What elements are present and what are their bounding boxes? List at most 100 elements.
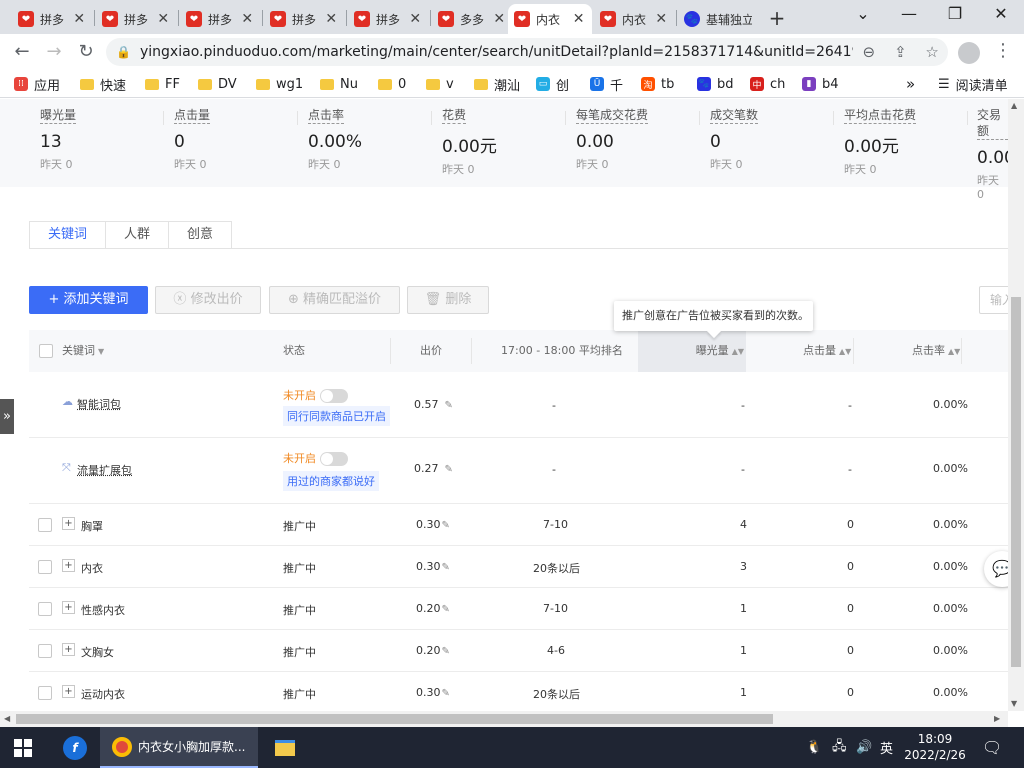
more-bookmarks-icon[interactable]: » <box>906 75 915 93</box>
browser-menu-icon[interactable]: ⋮ <box>994 40 1012 61</box>
url-text[interactable]: yingxiao.pinduoduo.com/marketing/main/ce… <box>140 44 853 60</box>
bookmark-folder[interactable]: wg1 <box>256 75 303 93</box>
status-toggle[interactable] <box>320 452 348 466</box>
minimize-button[interactable]: — <box>886 4 932 23</box>
select-all-checkbox[interactable] <box>39 344 53 358</box>
expand-icon[interactable]: + <box>62 685 75 698</box>
close-window-button[interactable]: ✕ <box>978 4 1024 23</box>
bookmark-folder[interactable]: FF <box>145 75 180 93</box>
edit-icon[interactable]: ✎ <box>442 520 450 531</box>
qq-icon[interactable]: 🐧 <box>806 727 822 768</box>
bookmark-folder[interactable]: 快速 <box>80 75 126 94</box>
volume-icon[interactable]: 🔊 <box>856 727 872 768</box>
modify-bid-button[interactable]: ⓧ 修改出价 <box>155 286 261 314</box>
tab-search-icon[interactable]: ⌄ <box>840 4 886 23</box>
vertical-scroll-thumb[interactable] <box>1011 297 1021 667</box>
edit-icon[interactable]: ✎ <box>442 646 450 657</box>
close-icon[interactable]: ✕ <box>325 11 338 27</box>
browser-tab[interactable]: 🐾 基辅独立 <box>678 4 762 34</box>
close-icon[interactable]: ✕ <box>73 11 86 27</box>
tab-audience[interactable]: 人群 <box>105 221 169 249</box>
th-keyword[interactable]: 关键词 ▼ <box>62 330 104 372</box>
bookmark-folder[interactable]: DV <box>198 75 237 93</box>
th-impressions[interactable]: 曝光量 ▲▼ <box>638 330 746 372</box>
flash-app-icon[interactable]: f <box>60 727 90 768</box>
edit-icon[interactable]: ✎ <box>442 562 450 573</box>
browser-tab[interactable]: ❤ 多多 ✕ <box>432 4 512 34</box>
sort-icon[interactable]: ▲▼ <box>948 347 960 356</box>
row-keyword[interactable]: 智能词包 <box>77 396 121 412</box>
bookmark-item[interactable]: ▮ b4 <box>802 75 839 93</box>
back-icon[interactable]: ← <box>10 40 34 64</box>
close-icon[interactable]: ✕ <box>157 11 170 27</box>
close-icon[interactable]: ✕ <box>493 11 506 27</box>
bookmark-item[interactable]: Ū千 <box>590 75 623 94</box>
row-checkbox[interactable] <box>38 686 52 700</box>
profile-avatar[interactable] <box>958 42 980 64</box>
scroll-left-icon[interactable]: ◀ <box>4 714 10 723</box>
ime-indicator[interactable]: 英 <box>880 727 893 768</box>
share-icon[interactable]: ⇪ <box>885 43 917 61</box>
browser-tab[interactable]: ❤ 拼多 ✕ <box>96 4 176 34</box>
expand-icon[interactable]: + <box>62 517 75 530</box>
status-toggle[interactable] <box>320 389 348 403</box>
add-keyword-button[interactable]: + 添加关键词 <box>29 286 148 314</box>
bookmark-folder[interactable]: v <box>426 75 454 93</box>
scroll-down-icon[interactable]: ▼ <box>1011 699 1017 708</box>
row-checkbox[interactable] <box>38 602 52 616</box>
tab-keywords[interactable]: 关键词 <box>29 221 106 249</box>
exact-match-premium-button[interactable]: ⊕ 精确匹配溢价 <box>269 286 400 314</box>
bookmark-apps[interactable]: ⁞⁞ 应用 <box>14 75 60 94</box>
edit-icon[interactable]: ✎ <box>442 604 450 615</box>
scroll-right-icon[interactable]: ▶ <box>994 714 1000 723</box>
sidebar-expand-handle[interactable]: » <box>0 399 14 434</box>
expand-icon[interactable]: + <box>62 601 75 614</box>
lock-icon[interactable]: 🔒 <box>116 45 131 59</box>
filter-icon[interactable]: ▼ <box>98 347 104 356</box>
edit-icon[interactable]: ✎ <box>445 464 453 475</box>
new-tab-button[interactable]: + <box>767 6 787 30</box>
browser-tab[interactable]: ❤ 拼多 ✕ <box>348 4 428 34</box>
horizontal-scroll-thumb[interactable] <box>16 714 773 724</box>
reload-icon[interactable]: ↻ <box>74 40 98 64</box>
th-clicks[interactable]: 点击量 ▲▼ <box>803 330 851 372</box>
address-bar[interactable]: 🔒 yingxiao.pinduoduo.com/marketing/main/… <box>106 38 948 66</box>
row-checkbox[interactable] <box>38 644 52 658</box>
network-icon[interactable]: 🖧 <box>832 727 847 768</box>
restore-button[interactable]: ❐ <box>932 4 978 23</box>
bookmark-item[interactable]: ▭ 创 <box>536 75 569 94</box>
row-checkbox[interactable] <box>38 518 52 532</box>
keyword-search-input[interactable]: 输入 <box>979 286 1008 314</box>
edit-icon[interactable]: ✎ <box>445 400 453 411</box>
expand-icon[interactable]: + <box>62 559 75 572</box>
bookmark-item[interactable]: 🐾 bd <box>697 75 734 93</box>
browser-tab[interactable]: ❤ 内衣 ✕ <box>594 4 674 34</box>
bookmark-folder[interactable]: 潮汕 <box>474 75 520 94</box>
sort-icon[interactable]: ▲▼ <box>839 347 851 356</box>
expand-icon[interactable]: + <box>62 643 75 656</box>
browser-tab[interactable]: ❤ 拼多 ✕ <box>180 4 260 34</box>
taskbar-chrome-window[interactable]: 内衣女小胸加厚款... <box>100 727 258 768</box>
file-explorer-icon[interactable] <box>272 727 298 768</box>
notification-icon[interactable]: 🗨 <box>982 727 1002 768</box>
close-icon[interactable]: ✕ <box>655 11 668 27</box>
scroll-up-icon[interactable]: ▲ <box>1011 101 1017 110</box>
bookmark-folder[interactable]: Nu <box>320 75 358 93</box>
browser-tab[interactable]: ❤ 拼多 ✕ <box>264 4 344 34</box>
reading-list[interactable]: ☰ 阅读清单 <box>938 75 1008 94</box>
th-ctr[interactable]: 点击率 ▲▼ <box>912 330 960 372</box>
browser-tab[interactable]: ❤ 拼多 ✕ <box>12 4 92 34</box>
bookmark-item[interactable]: 淘 tb <box>641 75 674 93</box>
close-icon[interactable]: ✕ <box>571 11 586 27</box>
row-checkbox[interactable] <box>38 560 52 574</box>
vertical-scrollbar[interactable]: ▲ ▼ <box>1008 99 1024 711</box>
zoom-icon[interactable]: ⊖ <box>853 43 885 61</box>
edit-icon[interactable]: ✎ <box>442 688 450 699</box>
forward-icon[interactable]: → <box>42 40 66 64</box>
horizontal-scrollbar[interactable]: ◀ ▶ <box>0 711 1008 727</box>
browser-tab-active[interactable]: ❤ 内衣 ✕ <box>508 4 592 34</box>
sort-icon[interactable]: ▲▼ <box>732 347 744 356</box>
bookmark-star-icon[interactable]: ☆ <box>916 43 948 61</box>
row-keyword[interactable]: 流量扩展包 <box>77 462 132 478</box>
delete-button[interactable]: 🗑 删除 <box>407 286 489 314</box>
